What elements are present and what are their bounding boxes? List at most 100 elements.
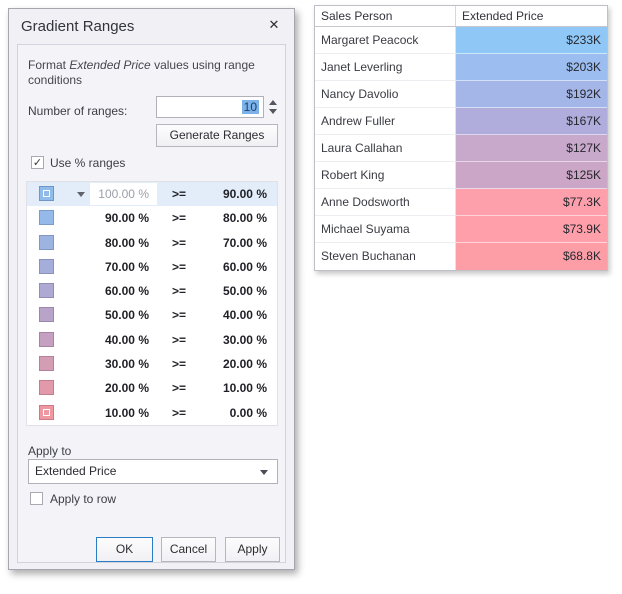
color-swatch[interactable] <box>39 210 54 225</box>
table-row[interactable]: Steven Buchanan $68.8K <box>315 243 607 270</box>
generate-ranges-button[interactable]: Generate Ranges <box>156 124 278 147</box>
cancel-button[interactable]: Cancel <box>161 537 216 562</box>
dialog-title: Gradient Ranges <box>21 18 134 35</box>
sales-person-cell[interactable]: Robert King <box>315 162 456 189</box>
sales-person-cell[interactable]: Michael Suyama <box>315 216 456 243</box>
format-description: Format Extended Price values using range… <box>28 58 268 88</box>
extended-price-cell[interactable]: $125K <box>456 162 607 189</box>
apply-button[interactable]: Apply <box>225 537 280 562</box>
table-row[interactable]: Janet Leverling $203K <box>315 54 607 81</box>
sales-person-cell[interactable]: Laura Callahan <box>315 135 456 162</box>
table-row[interactable]: Nancy Davolio $192K <box>315 81 607 108</box>
extended-price-cell[interactable]: $68.8K <box>456 243 607 270</box>
table-row[interactable]: Anne Dodsworth $77.3K <box>315 189 607 216</box>
color-swatch[interactable] <box>39 405 54 420</box>
table-row[interactable]: Michael Suyama $73.9K <box>315 216 607 243</box>
range-row[interactable]: 30.00 % >= 20.00 % <box>27 352 277 376</box>
range-row[interactable]: 20.00 % >= 10.00 % <box>27 376 277 400</box>
column-header-extended-price[interactable]: Extended Price <box>456 6 607 26</box>
table-row[interactable]: Margaret Peacock $233K <box>315 27 607 54</box>
range-from-value[interactable]: 30.00 % <box>65 357 149 371</box>
table-row[interactable]: Laura Callahan $127K <box>315 135 607 162</box>
range-row[interactable]: 40.00 % >= 30.00 % <box>27 328 277 352</box>
range-from-value[interactable]: 70.00 % <box>65 260 149 274</box>
range-row[interactable]: 90.00 % >= 80.00 % <box>27 206 277 230</box>
number-of-ranges-spinner <box>268 97 280 117</box>
range-row[interactable]: 70.00 % >= 60.00 % <box>27 255 277 279</box>
sales-person-cell[interactable]: Janet Leverling <box>315 54 456 81</box>
sales-person-cell[interactable]: Steven Buchanan <box>315 243 456 270</box>
format-description-part1: Format <box>28 58 69 72</box>
apply-to-value: Extended Price <box>35 464 116 478</box>
range-from-value[interactable]: 100.00 % <box>65 187 149 201</box>
apply-to-label: Apply to <box>28 444 71 458</box>
range-row[interactable]: 80.00 % >= 70.00 % <box>27 231 277 255</box>
range-list: 100.00 % >= 90.00 % 90.00 % >= 80.00 % 8… <box>26 181 278 426</box>
range-row[interactable]: 50.00 % >= 40.00 % <box>27 303 277 327</box>
range-to-value[interactable]: 40.00 % <box>187 308 267 322</box>
range-to-value[interactable]: 30.00 % <box>187 333 267 347</box>
gradient-ranges-dialog: Gradient Ranges ✕ Format Extended Price … <box>8 8 295 570</box>
range-from-value[interactable]: 10.00 % <box>65 406 149 420</box>
range-to-value[interactable]: 90.00 % <box>187 187 267 201</box>
apply-to-row-checkbox[interactable] <box>30 492 43 505</box>
chevron-down-icon[interactable] <box>260 470 268 475</box>
extended-price-cell[interactable]: $203K <box>456 54 607 81</box>
ok-button[interactable]: OK <box>96 537 153 562</box>
sales-grid: Sales Person Extended Price Margaret Pea… <box>314 5 608 271</box>
range-row[interactable]: 100.00 % >= 90.00 % <box>27 182 277 206</box>
color-swatch[interactable] <box>39 307 54 322</box>
range-to-value[interactable]: 60.00 % <box>187 260 267 274</box>
range-from-value[interactable]: 60.00 % <box>65 284 149 298</box>
grid-body: Margaret Peacock $233K Janet Leverling $… <box>315 27 607 270</box>
spin-down-icon[interactable] <box>269 109 277 114</box>
range-from-value[interactable]: 80.00 % <box>65 236 149 250</box>
check-icon: ✓ <box>33 157 42 169</box>
number-of-ranges-input[interactable]: 10 <box>156 96 264 118</box>
extended-price-cell[interactable]: $73.9K <box>456 216 607 243</box>
use-percent-ranges-label: Use % ranges <box>50 156 125 170</box>
color-swatch[interactable] <box>39 380 54 395</box>
range-row[interactable]: 60.00 % >= 50.00 % <box>27 279 277 303</box>
range-to-value[interactable]: 80.00 % <box>187 211 267 225</box>
number-of-ranges-value: 10 <box>242 100 259 114</box>
table-row[interactable]: Robert King $125K <box>315 162 607 189</box>
number-of-ranges-label: Number of ranges: <box>28 104 127 118</box>
close-icon[interactable]: ✕ <box>266 17 282 33</box>
use-percent-ranges-checkbox[interactable]: ✓ <box>31 156 44 169</box>
spin-up-icon[interactable] <box>269 100 277 105</box>
sales-person-cell[interactable]: Andrew Fuller <box>315 108 456 135</box>
range-to-value[interactable]: 20.00 % <box>187 357 267 371</box>
color-swatch[interactable] <box>39 356 54 371</box>
range-from-value[interactable]: 50.00 % <box>65 308 149 322</box>
color-swatch[interactable] <box>39 259 54 274</box>
range-to-value[interactable]: 0.00 % <box>187 406 267 420</box>
sales-person-cell[interactable]: Margaret Peacock <box>315 27 456 54</box>
apply-to-row-label: Apply to row <box>50 492 116 506</box>
swatch-endpoint-marker <box>43 190 50 197</box>
table-row[interactable]: Andrew Fuller $167K <box>315 108 607 135</box>
extended-price-cell[interactable]: $233K <box>456 27 607 54</box>
extended-price-cell[interactable]: $77.3K <box>456 189 607 216</box>
color-swatch[interactable] <box>39 186 54 201</box>
color-swatch[interactable] <box>39 235 54 250</box>
sales-person-cell[interactable]: Nancy Davolio <box>315 81 456 108</box>
range-row[interactable]: 10.00 % >= 0.00 % <box>27 401 277 425</box>
format-description-field-name: Extended Price <box>69 58 150 72</box>
range-from-value[interactable]: 20.00 % <box>65 381 149 395</box>
extended-price-cell[interactable]: $192K <box>456 81 607 108</box>
extended-price-cell[interactable]: $127K <box>456 135 607 162</box>
sales-person-cell[interactable]: Anne Dodsworth <box>315 189 456 216</box>
range-from-value[interactable]: 40.00 % <box>65 333 149 347</box>
color-swatch[interactable] <box>39 332 54 347</box>
range-to-value[interactable]: 70.00 % <box>187 236 267 250</box>
range-to-value[interactable]: 10.00 % <box>187 381 267 395</box>
dialog-content-panel: Format Extended Price values using range… <box>17 44 286 563</box>
range-to-value[interactable]: 50.00 % <box>187 284 267 298</box>
grid-header-row: Sales Person Extended Price <box>315 6 607 27</box>
range-from-value[interactable]: 90.00 % <box>65 211 149 225</box>
column-header-sales-person[interactable]: Sales Person <box>315 6 456 26</box>
extended-price-cell[interactable]: $167K <box>456 108 607 135</box>
apply-to-combobox[interactable]: Extended Price <box>28 459 278 484</box>
color-swatch[interactable] <box>39 283 54 298</box>
